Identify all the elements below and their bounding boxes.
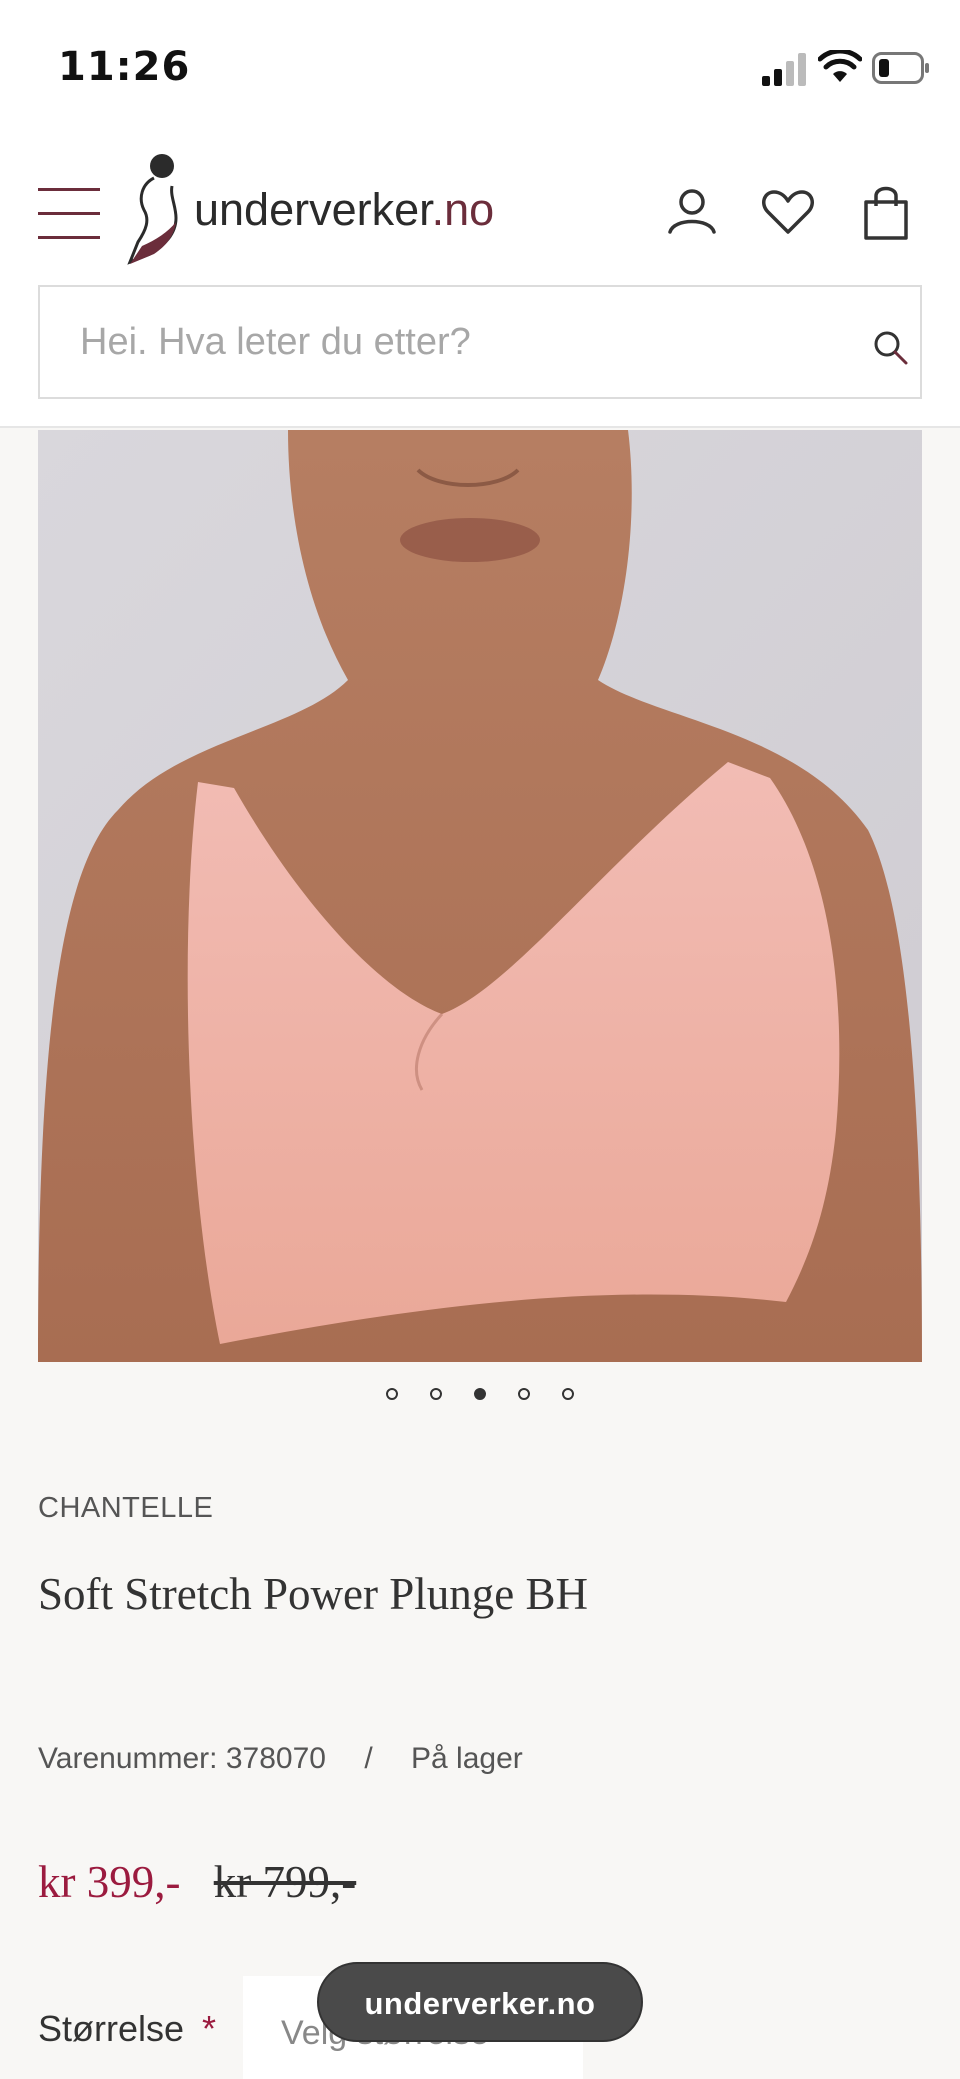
status-time: 11:26 <box>58 44 191 90</box>
size-label: Størrelse * <box>38 2008 216 2050</box>
menu-button[interactable] <box>38 188 100 240</box>
wishlist-heart-icon[interactable] <box>760 182 816 242</box>
sale-price: kr 399,- <box>38 1857 181 1907</box>
logo-name: underverker <box>194 184 432 235</box>
gallery-dot[interactable] <box>386 1387 398 1400</box>
product-price: kr 399,- kr 799,- <box>38 1856 356 1908</box>
gallery-dot-active[interactable] <box>474 1387 486 1400</box>
gallery-dot[interactable] <box>562 1387 574 1400</box>
required-marker: * <box>202 2008 217 2049</box>
gallery-dot[interactable] <box>430 1387 442 1400</box>
battery-icon <box>872 52 929 84</box>
stock-status: På lager <box>411 1742 523 1775</box>
logo-figure-icon <box>127 154 178 265</box>
search-icon[interactable] <box>870 327 910 367</box>
account-icon[interactable] <box>664 182 720 242</box>
logo-text: underverker.no <box>194 184 494 236</box>
sku-value: 378070 <box>225 1742 326 1775</box>
domain-toast: underverker.no <box>317 1962 643 2042</box>
search-bar <box>38 285 922 399</box>
original-price: kr 799,- <box>213 1857 357 1907</box>
gallery-dot[interactable] <box>518 1387 530 1400</box>
status-bar: 11:26 <box>0 0 960 130</box>
product-sku-stock: Varenummer: 378070 / På lager <box>38 1742 523 1776</box>
shopping-bag-icon[interactable] <box>858 182 914 242</box>
site-header: underverker.no <box>0 130 960 428</box>
size-label-text: Størrelse <box>38 2008 185 2049</box>
logo-tld: .no <box>431 184 495 235</box>
sku-label: Varenummer: <box>38 1742 218 1775</box>
gallery-pagination <box>0 1385 960 1409</box>
product-photo <box>38 430 922 1362</box>
search-input[interactable] <box>80 309 820 375</box>
wifi-icon <box>818 50 862 82</box>
product-title: Soft Stretch Power Plunge BH <box>38 1569 588 1619</box>
product-brand[interactable]: CHANTELLE <box>38 1492 213 1525</box>
site-logo[interactable]: underverker.no <box>124 150 524 270</box>
sku-separator: / <box>364 1742 373 1775</box>
cellular-signal-icon <box>762 53 806 86</box>
product-image[interactable] <box>38 430 922 1362</box>
